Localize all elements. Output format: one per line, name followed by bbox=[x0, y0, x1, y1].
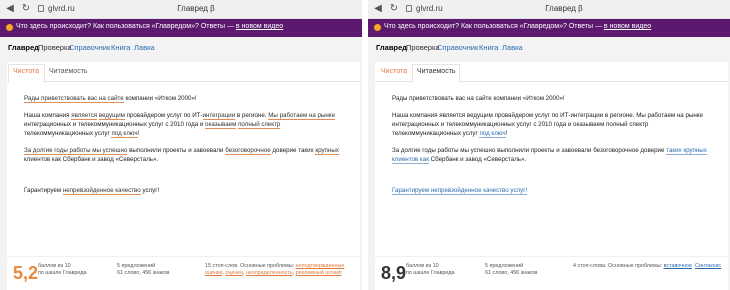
nav-item-check[interactable]: Проверка bbox=[406, 43, 440, 52]
tab-readability[interactable]: Читаемость bbox=[417, 68, 456, 75]
left-browser-window: ◀ ↻ glvrd.ru Главред β Что здесь происхо… bbox=[0, 0, 362, 290]
sentence-stats: 5 предложений 61 слово, 456 знаков bbox=[117, 263, 170, 276]
tab-purity[interactable]: Чистота bbox=[381, 68, 407, 75]
nav-item-shop[interactable]: Лавка bbox=[134, 43, 155, 52]
score-label: баллов из 10 по шкале Главреда bbox=[38, 263, 87, 276]
browser-toolbar: ◀ ↻ glvrd.ru Главред β bbox=[368, 0, 730, 19]
paragraph: Рады приветствовать вас на сайте компани… bbox=[392, 95, 565, 102]
problem-link[interactable]: Синтаксис bbox=[695, 263, 721, 269]
paragraph: Наша компания является ведущим провайдер… bbox=[392, 112, 703, 138]
nav-item-glavred[interactable]: Главред bbox=[8, 43, 39, 52]
tab-readability[interactable]: Читаемость bbox=[49, 68, 88, 75]
paragraph: Рады приветствовать вас на сайте компани… bbox=[24, 95, 197, 103]
banner-text: Что здесь происходит? Как пользоваться «… bbox=[384, 23, 652, 30]
nav-item-book[interactable]: Книга bbox=[111, 43, 130, 52]
nav-item-book[interactable]: Книга bbox=[479, 43, 498, 52]
tab-bar: Чистота Читаемость bbox=[7, 62, 360, 83]
paragraph: За долгие годы работы мы успешно выполни… bbox=[24, 147, 339, 163]
nav-item-glavred[interactable]: Главред bbox=[376, 43, 407, 52]
page-title: Главред β bbox=[177, 4, 215, 13]
paragraph: Гарантируем непревзойденное качество усл… bbox=[392, 187, 528, 195]
page-title: Главред β bbox=[545, 4, 583, 13]
banner-video-link[interactable]: в новом видео bbox=[604, 23, 651, 30]
info-banner: Что здесь происходит? Как пользоваться «… bbox=[0, 19, 362, 37]
main-nav: Главред Проверка Справочник Книга Лавка bbox=[0, 37, 362, 59]
flame-icon bbox=[374, 24, 381, 31]
score-value: 8,9 bbox=[381, 263, 407, 283]
problem-link[interactable]: вставочное bbox=[664, 263, 692, 269]
banner-text: Что здесь происходит? Как пользоваться «… bbox=[16, 23, 284, 30]
main-nav: Главред Проверка Справочник Книга Лавка bbox=[368, 37, 730, 59]
stats-footer: 8,9 баллов из 10 по шкале Главреда 5 пре… bbox=[375, 256, 728, 290]
tab-bar: Чистота Читаемость bbox=[375, 62, 728, 83]
problems-summary: 4 стоп-слова. Основные проблемы: вставоч… bbox=[573, 263, 722, 269]
problem-link[interactable]: рекламный штамп bbox=[296, 270, 342, 276]
right-browser-window: ◀ ↻ glvrd.ru Главред β Что здесь происхо… bbox=[368, 0, 730, 290]
problem-link[interactable]: оценка bbox=[225, 270, 242, 276]
editor-card: Чистота Читаемость Рады приветствовать в… bbox=[7, 62, 360, 290]
nav-item-reference[interactable]: Справочник bbox=[69, 43, 110, 52]
stats-footer: 5,2 баллов из 10 по шкале Главреда 5 пре… bbox=[7, 256, 360, 290]
flame-icon bbox=[6, 24, 13, 31]
editor-card: Чистота Читаемость Рады приветствовать в… bbox=[375, 62, 728, 290]
nav-item-reference[interactable]: Справочник bbox=[437, 43, 478, 52]
problem-link[interactable]: неопределенность bbox=[246, 270, 293, 276]
sentence-stats: 5 предложений 61 слово, 456 знаков bbox=[485, 263, 538, 276]
nav-item-check[interactable]: Проверка bbox=[38, 43, 72, 52]
paragraph: Гарантируем непревзойденное качество усл… bbox=[24, 187, 160, 195]
text-editor[interactable]: Рады приветствовать вас на сайте компани… bbox=[392, 94, 717, 203]
browser-toolbar: ◀ ↻ glvrd.ru Главред β bbox=[0, 0, 362, 19]
paragraph: За долгие годы работы мы успешно выполни… bbox=[392, 147, 707, 164]
nav-item-shop[interactable]: Лавка bbox=[502, 43, 523, 52]
banner-video-link[interactable]: в новом видео bbox=[236, 23, 283, 30]
score-label: баллов из 10 по шкале Главреда bbox=[406, 263, 455, 276]
score-value: 5,2 bbox=[13, 263, 39, 283]
text-editor[interactable]: Рады приветствовать вас на сайте компани… bbox=[24, 94, 349, 203]
info-banner: Что здесь происходит? Как пользоваться «… bbox=[368, 19, 730, 37]
problems-summary: 15 стоп-слов. Основные проблемы: неподтв… bbox=[205, 263, 345, 276]
paragraph: Наша компания является ведущим провайдер… bbox=[24, 112, 336, 138]
tab-purity[interactable]: Чистота bbox=[13, 68, 39, 75]
